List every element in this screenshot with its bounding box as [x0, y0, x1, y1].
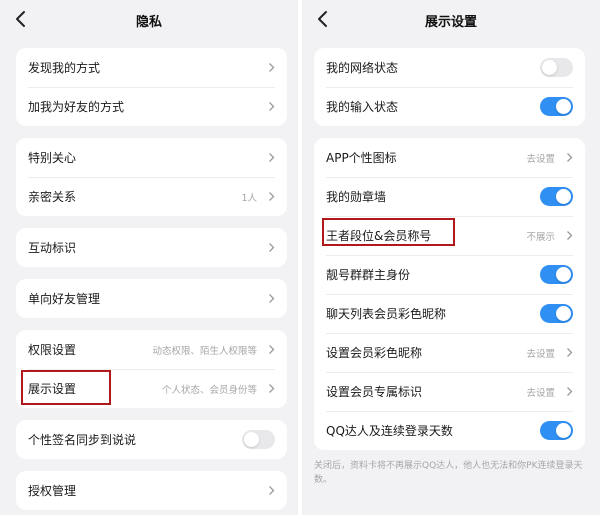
- group-owner-toggle[interactable]: [540, 265, 573, 284]
- intimate-label: 亲密关系: [28, 190, 77, 204]
- display-settings-screen: 展示设置 我的网络状态 我的输入状态 APP个性图标 去设置 我的勋章墙 王者段…: [302, 0, 600, 515]
- input-status-row: 我的输入状态: [314, 87, 585, 126]
- qq-expert-toggle[interactable]: [540, 421, 573, 440]
- member-badge-row[interactable]: 设置会员专属标识 去设置: [314, 372, 585, 411]
- toggle-knob: [556, 189, 571, 204]
- network-status-toggle[interactable]: [540, 58, 573, 77]
- toggle-knob: [556, 423, 571, 438]
- page-title: 隐私: [135, 15, 162, 30]
- chevron-right-icon: [269, 243, 275, 252]
- find-me-row[interactable]: 发现我的方式: [16, 48, 287, 87]
- member-nickname-value: 去设置: [526, 349, 555, 360]
- medal-wall-label: 我的勋章墙: [326, 190, 387, 204]
- chat-nickname-row: 聊天列表会员彩色昵称: [314, 294, 585, 333]
- chevron-right-icon: [567, 348, 573, 357]
- authorization-label: 授权管理: [28, 484, 77, 498]
- display-header: 展示设置: [302, 0, 600, 38]
- one-way-card: 单向好友管理: [16, 279, 287, 318]
- page-title: 展示设置: [424, 15, 477, 30]
- find-me-label: 发现我的方式: [28, 61, 101, 75]
- chevron-right-icon: [567, 231, 573, 240]
- group-owner-row: 靓号群群主身份: [314, 255, 585, 294]
- chevron-right-icon: [269, 63, 275, 72]
- discover-card: 发现我的方式 加我为好友的方式: [16, 48, 287, 126]
- app-icon-label: APP个性图标: [326, 151, 397, 165]
- one-way-friends-row[interactable]: 单向好友管理: [16, 279, 287, 318]
- chevron-right-icon: [269, 294, 275, 303]
- chevron-right-icon: [269, 486, 275, 495]
- chevron-right-icon: [269, 345, 275, 354]
- chat-nickname-label: 聊天列表会员彩色昵称: [326, 307, 447, 321]
- authorization-card: 授权管理: [16, 471, 287, 510]
- add-friend-label: 加我为好友的方式: [28, 100, 125, 114]
- app-icon-row[interactable]: APP个性图标 去设置: [314, 138, 585, 177]
- interaction-mark-label: 互动标识: [28, 241, 77, 255]
- add-friend-row[interactable]: 加我为好友的方式: [16, 87, 287, 126]
- special-care-label: 特别关心: [28, 151, 77, 165]
- chat-nickname-toggle[interactable]: [540, 304, 573, 323]
- qq-expert-label: QQ达人及连续登录天数: [326, 424, 453, 438]
- toggle-knob: [244, 432, 259, 447]
- display-settings-highlight: [21, 370, 111, 405]
- authorization-row[interactable]: 授权管理: [16, 471, 287, 510]
- toggle-knob: [556, 306, 571, 321]
- signature-sync-row: 个性签名同步到说说: [16, 420, 287, 459]
- group-owner-label: 靓号群群主身份: [326, 268, 411, 282]
- qq-expert-row: QQ达人及连续登录天数: [314, 411, 585, 450]
- input-status-toggle[interactable]: [540, 97, 573, 116]
- toggle-knob: [542, 60, 557, 75]
- rank-member-value: 不展示: [526, 232, 555, 243]
- chevron-right-icon: [269, 384, 275, 393]
- member-badge-label: 设置会员专属标识: [326, 385, 423, 399]
- chevron-right-icon: [269, 153, 275, 162]
- identity-card: APP个性图标 去设置 我的勋章墙 王者段位&会员称号 不展示 靓号群群主身份 …: [314, 138, 585, 450]
- signature-card: 个性签名同步到说说: [16, 420, 287, 459]
- interaction-mark-row[interactable]: 互动标识: [16, 228, 287, 267]
- medal-wall-row: 我的勋章墙: [314, 177, 585, 216]
- medal-wall-toggle[interactable]: [540, 187, 573, 206]
- display-settings-summary: 个人状态、会员身份等: [161, 385, 257, 396]
- privacy-screen: 隐私 发现我的方式 加我为好友的方式 特别关心 亲密关系 1人 互动标识 单向好: [0, 0, 298, 515]
- chevron-right-icon: [269, 192, 275, 201]
- toggle-knob: [556, 267, 571, 282]
- signature-sync-label: 个性签名同步到说说: [28, 433, 137, 447]
- input-status-label: 我的输入状态: [326, 100, 399, 114]
- interaction-card: 互动标识: [16, 228, 287, 267]
- toggle-knob: [556, 99, 571, 114]
- network-status-row: 我的网络状态: [314, 48, 585, 87]
- relationship-card: 特别关心 亲密关系 1人: [16, 138, 287, 216]
- permissions-label: 权限设置: [28, 343, 77, 357]
- network-status-label: 我的网络状态: [326, 61, 399, 75]
- intimate-count: 1人: [241, 193, 257, 204]
- chevron-right-icon: [567, 387, 573, 396]
- app-icon-value: 去设置: [526, 154, 555, 165]
- special-care-row[interactable]: 特别关心: [16, 138, 287, 177]
- member-badge-value: 去设置: [526, 388, 555, 399]
- intimate-row[interactable]: 亲密关系 1人: [16, 177, 287, 216]
- member-nickname-label: 设置会员彩色昵称: [326, 346, 423, 360]
- member-nickname-row[interactable]: 设置会员彩色昵称 去设置: [314, 333, 585, 372]
- status-card: 我的网络状态 我的输入状态: [314, 48, 585, 126]
- rank-member-highlight: [322, 218, 455, 246]
- chevron-right-icon: [567, 153, 573, 162]
- chevron-right-icon: [269, 102, 275, 111]
- privacy-header: 隐私: [0, 0, 298, 38]
- qq-expert-footnote: 关闭后，资料卡将不再展示QQ达人，他人也无法和你PK连续登录天数。: [314, 461, 583, 485]
- signature-sync-toggle[interactable]: [242, 430, 275, 449]
- permissions-summary: 动态权限、陌生人权限等: [152, 346, 257, 357]
- one-way-friends-label: 单向好友管理: [28, 292, 101, 306]
- permissions-row[interactable]: 权限设置 动态权限、陌生人权限等: [16, 330, 287, 369]
